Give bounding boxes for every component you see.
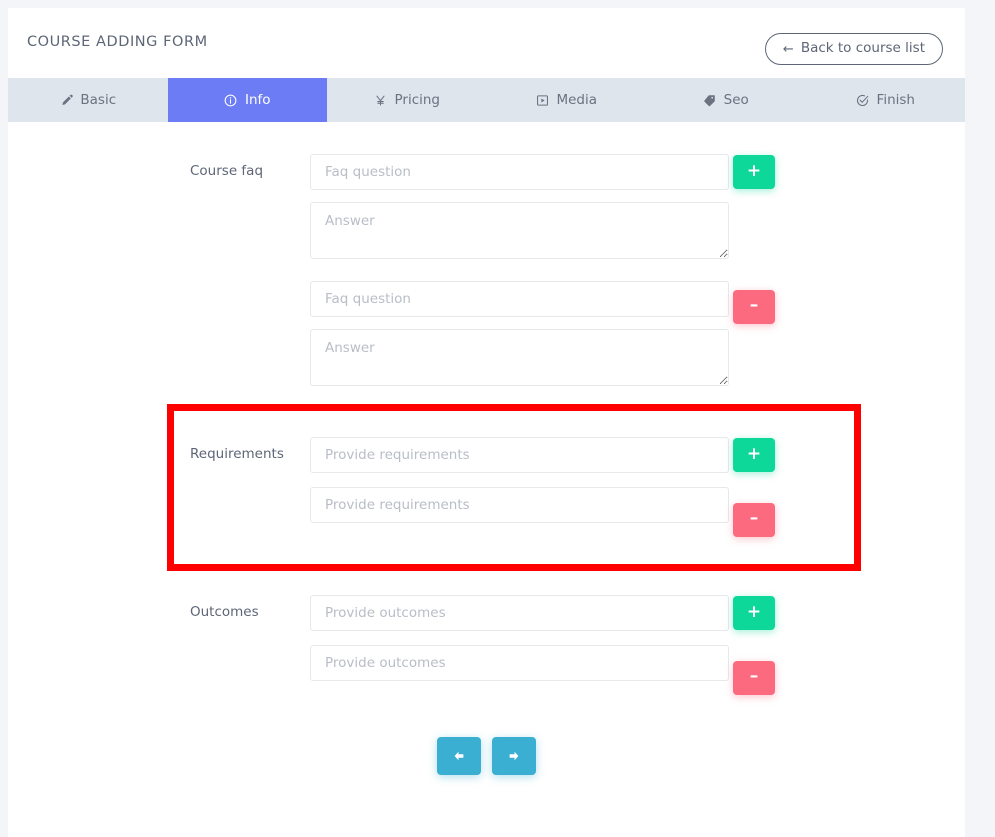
arrow-left-icon: ← <box>783 43 794 56</box>
plus-icon: + <box>747 446 761 463</box>
tab-pricing[interactable]: Pricing <box>327 78 487 122</box>
yen-icon <box>373 93 387 107</box>
form-row-requirements: Requirements + – <box>8 437 965 537</box>
tab-info-label: Info <box>245 92 271 108</box>
wizard-navigation <box>8 737 965 775</box>
faq-controls: + – <box>730 154 790 324</box>
check-circle-icon <box>856 93 870 107</box>
arrow-left-icon <box>452 749 466 763</box>
form-row-faq: Course faq + – <box>8 154 965 386</box>
minus-icon: – <box>750 668 759 685</box>
info-circle-icon <box>224 93 238 107</box>
tab-media[interactable]: Media <box>487 78 647 122</box>
pen-icon <box>59 93 73 107</box>
requirements-label: Requirements <box>190 437 310 465</box>
minus-icon: – <box>750 297 759 314</box>
form-row-outcomes: Outcomes + – <box>8 595 965 695</box>
faq-add-button[interactable]: + <box>733 155 775 189</box>
outcomes-label: Outcomes <box>190 595 310 623</box>
requirements-add-button[interactable]: + <box>733 438 775 472</box>
next-step-button[interactable] <box>492 737 536 775</box>
faq-answer-textarea-1[interactable] <box>310 202 729 259</box>
video-box-icon <box>535 93 549 107</box>
tab-info[interactable]: Info <box>168 78 328 122</box>
tab-seo[interactable]: Seo <box>646 78 806 122</box>
outcomes-controls: + – <box>730 595 790 695</box>
outcomes-add-button[interactable]: + <box>733 596 775 630</box>
requirements-input-1[interactable] <box>310 437 729 473</box>
previous-step-button[interactable] <box>437 737 481 775</box>
form-body: Course faq + – <box>8 122 965 805</box>
requirements-remove-button[interactable]: – <box>733 503 775 537</box>
page-title: COURSE ADDING FORM <box>27 34 208 50</box>
tab-finish-label: Finish <box>877 92 915 108</box>
faq-label: Course faq <box>190 154 310 182</box>
tab-basic-label: Basic <box>80 92 116 108</box>
outcomes-fields <box>310 595 730 681</box>
card-header: COURSE ADDING FORM ← Back to course list <box>8 8 965 78</box>
requirements-section: Requirements + – <box>8 404 965 565</box>
tab-finish[interactable]: Finish <box>806 78 966 122</box>
back-button-label: Back to course list <box>801 42 925 56</box>
outcomes-input-1[interactable] <box>310 595 729 631</box>
tab-pricing-label: Pricing <box>394 92 440 108</box>
faq-answer-textarea-2[interactable] <box>310 329 729 386</box>
course-form-card: COURSE ADDING FORM ← Back to course list… <box>8 8 965 837</box>
tab-seo-label: Seo <box>724 92 749 108</box>
plus-icon: + <box>747 163 761 180</box>
faq-fields <box>310 154 730 386</box>
arrow-right-icon <box>507 749 521 763</box>
tag-icon <box>703 93 717 107</box>
outcomes-remove-button[interactable]: – <box>733 661 775 695</box>
faq-question-input-2[interactable] <box>310 281 729 317</box>
back-to-course-list-button[interactable]: ← Back to course list <box>765 33 943 65</box>
wizard-tabbar: Basic Info <box>8 78 965 122</box>
requirements-fields <box>310 437 730 523</box>
outcomes-input-2[interactable] <box>310 645 729 681</box>
faq-remove-button[interactable]: – <box>733 290 775 324</box>
minus-icon: – <box>750 510 759 527</box>
app-root: COURSE ADDING FORM ← Back to course list… <box>0 0 995 837</box>
requirements-input-2[interactable] <box>310 487 729 523</box>
faq-question-input-1[interactable] <box>310 154 729 190</box>
tab-media-label: Media <box>556 92 597 108</box>
requirements-controls: + – <box>730 437 790 537</box>
tab-basic[interactable]: Basic <box>8 78 168 122</box>
plus-icon: + <box>747 604 761 621</box>
